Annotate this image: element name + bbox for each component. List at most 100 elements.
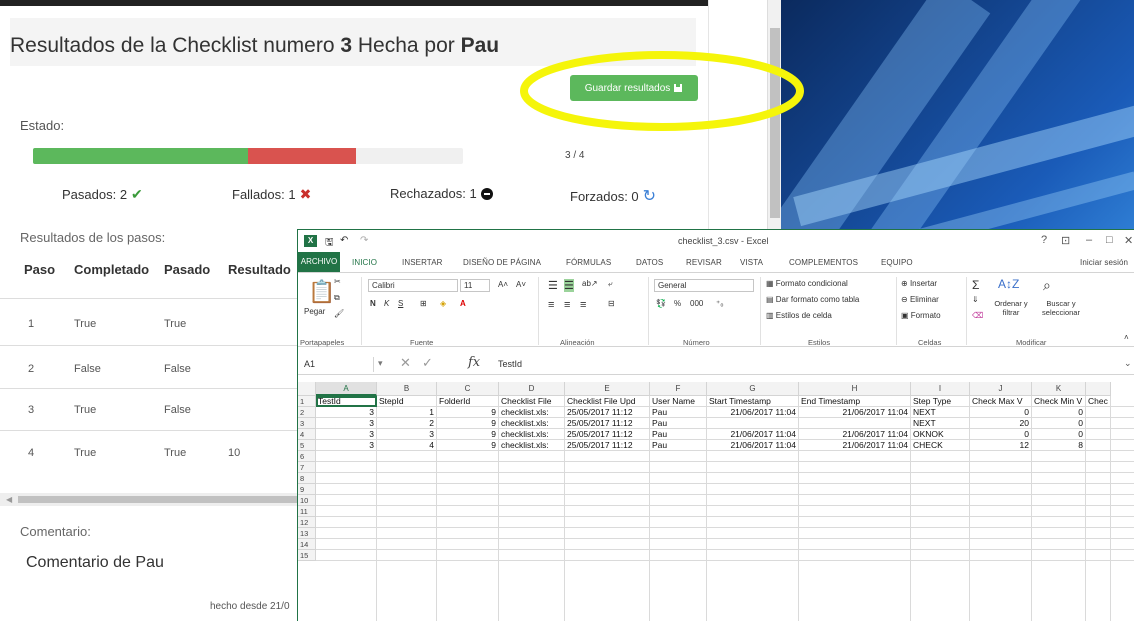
scroll-left-icon[interactable]: ◀ <box>6 495 12 504</box>
number-format-select[interactable]: General <box>654 279 754 292</box>
scrollbar-thumb[interactable] <box>18 496 298 503</box>
data-cell[interactable]: 21/06/2017 11:04 <box>801 429 908 440</box>
sort-filter-button[interactable]: Ordenar y filtrar <box>991 299 1031 317</box>
cancel-icon[interactable]: ✕ <box>400 355 411 371</box>
header-cell[interactable]: Check Max V <box>972 396 1031 407</box>
align-left-icon[interactable]: ≡ <box>548 299 554 311</box>
wrap-text-icon[interactable]: ⤶ <box>608 279 612 289</box>
data-cell[interactable]: 12 <box>972 440 1029 451</box>
column-header[interactable]: J <box>970 382 1032 396</box>
decimal-icon[interactable]: ⁺₀ <box>716 299 724 308</box>
data-cell[interactable]: 25/05/2017 11:12 <box>567 440 647 451</box>
data-cell[interactable]: 21/06/2017 11:04 <box>709 407 796 418</box>
fill-color-icon[interactable]: ◈ <box>440 299 446 308</box>
cell-styles-button[interactable]: ▥ Estilos de celda <box>766 311 832 320</box>
help-icon[interactable]: ? <box>1041 234 1047 246</box>
column-header[interactable]: C <box>437 382 499 396</box>
align-center-icon[interactable]: ≡ <box>564 299 570 311</box>
delete-cells-button[interactable]: ⊖ Eliminar <box>901 295 939 304</box>
data-cell[interactable]: 21/06/2017 11:04 <box>709 429 796 440</box>
tab-archivo[interactable]: ARCHIVO <box>298 252 340 272</box>
data-cell[interactable]: checklist.xls: <box>501 407 562 418</box>
name-box[interactable]: A1 <box>304 357 374 372</box>
conditional-format-button[interactable]: ▦ Formato condicional <box>766 279 848 288</box>
data-cell[interactable]: 9 <box>439 429 496 440</box>
align-right-icon[interactable]: ≡ <box>580 299 586 311</box>
bold-icon[interactable]: N <box>370 299 376 308</box>
column-header[interactable]: B <box>377 382 437 396</box>
tab-insertar[interactable]: INSERTAR <box>402 258 443 267</box>
tab-complementos[interactable]: COMPLEMENTOS <box>789 258 858 267</box>
data-cell[interactable]: 21/06/2017 11:04 <box>801 407 908 418</box>
minimize-icon[interactable]: – <box>1086 234 1092 246</box>
copy-icon[interactable]: ⧉ <box>334 293 340 303</box>
grow-font-icon[interactable]: A˄ <box>498 280 508 289</box>
row-header[interactable]: 3 <box>298 418 316 429</box>
binoculars-icon[interactable]: ⌕ <box>1043 277 1051 294</box>
data-cell[interactable]: CHECK <box>913 440 967 451</box>
paste-button[interactable]: Pegar <box>304 307 325 316</box>
data-cell[interactable]: 0 <box>1034 418 1083 429</box>
page-scrollbar-thumb[interactable] <box>770 28 780 218</box>
row-header[interactable]: 14 <box>298 539 316 550</box>
column-header[interactable]: I <box>911 382 970 396</box>
data-cell[interactable]: 0 <box>972 407 1029 418</box>
spreadsheet-grid[interactable]: A B C D E F G H I J K 1 2 3 4 5 6 7 8 9 10 11 12 13 14 15 TestId St… <box>298 382 1134 621</box>
data-cell[interactable]: 25/05/2017 11:12 <box>567 407 647 418</box>
tab-formulas[interactable]: FÓRMULAS <box>566 258 611 267</box>
select-all-corner[interactable] <box>298 382 316 396</box>
data-cell[interactable]: Pau <box>652 429 704 440</box>
header-cell[interactable]: StepId <box>379 396 436 407</box>
font-name-select[interactable]: Calibri <box>368 279 458 292</box>
header-cell[interactable]: Chec <box>1088 396 1110 407</box>
clear-icon[interactable]: ⌫ <box>972 311 983 320</box>
enter-icon[interactable]: ✓ <box>422 355 433 371</box>
tab-equipo[interactable]: EQUIPO <box>881 258 913 267</box>
insert-function-icon[interactable]: fx <box>468 355 480 370</box>
currency-icon[interactable]: 💱 <box>656 299 666 308</box>
formula-input[interactable]: TestId <box>498 359 522 369</box>
fill-icon[interactable]: ⇓ <box>972 295 979 304</box>
data-cell[interactable]: 3 <box>379 429 434 440</box>
percent-icon[interactable]: % <box>674 299 681 308</box>
data-cell[interactable]: 9 <box>439 418 496 429</box>
expand-formula-icon[interactable]: ⌄ <box>1124 358 1132 369</box>
tab-revisar[interactable]: REVISAR <box>686 258 722 267</box>
data-cell[interactable] <box>709 418 796 429</box>
tab-vista[interactable]: VISTA <box>740 258 763 267</box>
save-results-button[interactable]: Guardar resultados <box>570 75 698 101</box>
tab-datos[interactable]: DATOS <box>636 258 663 267</box>
data-cell[interactable]: 4 <box>379 440 434 451</box>
data-cell[interactable]: 3 <box>318 407 374 418</box>
sort-filter-icon[interactable]: A↕Z <box>998 277 1019 291</box>
row-header[interactable]: 12 <box>298 517 316 528</box>
data-cell[interactable]: Pau <box>652 407 704 418</box>
row-header[interactable]: 13 <box>298 528 316 539</box>
column-header[interactable] <box>1086 382 1111 396</box>
data-cell[interactable]: checklist.xls: <box>501 418 562 429</box>
data-cell[interactable]: NEXT <box>913 418 967 429</box>
data-cell[interactable]: 20 <box>972 418 1029 429</box>
find-select-button[interactable]: Buscar y seleccionar <box>1036 299 1086 317</box>
data-cell[interactable]: 9 <box>439 440 496 451</box>
data-cell[interactable]: 0 <box>972 429 1029 440</box>
header-cell[interactable]: Start Timestamp <box>709 396 798 407</box>
header-cell[interactable]: Checklist File <box>501 396 564 407</box>
data-cell[interactable]: 8 <box>1034 440 1083 451</box>
autosum-icon[interactable]: Σ <box>972 278 979 292</box>
data-cell[interactable]: 3 <box>318 440 374 451</box>
data-cell[interactable]: 2 <box>379 418 434 429</box>
close-icon[interactable]: ✕ <box>1124 234 1133 247</box>
column-header[interactable]: A <box>316 382 377 396</box>
data-cell[interactable]: NEXT <box>913 407 967 418</box>
align-middle-icon[interactable]: ☰ <box>564 279 574 292</box>
data-cell[interactable]: 3 <box>318 418 374 429</box>
column-header[interactable]: K <box>1032 382 1086 396</box>
undo-icon[interactable]: ↶ <box>340 235 348 246</box>
shrink-font-icon[interactable]: A˅ <box>516 280 526 289</box>
ribbon-display-icon[interactable]: ⊡ <box>1061 234 1070 247</box>
row-header[interactable]: 6 <box>298 451 316 462</box>
header-cell[interactable]: Check Min V <box>1034 396 1085 407</box>
thousands-icon[interactable]: 000 <box>690 299 703 308</box>
row-header[interactable]: 11 <box>298 506 316 517</box>
